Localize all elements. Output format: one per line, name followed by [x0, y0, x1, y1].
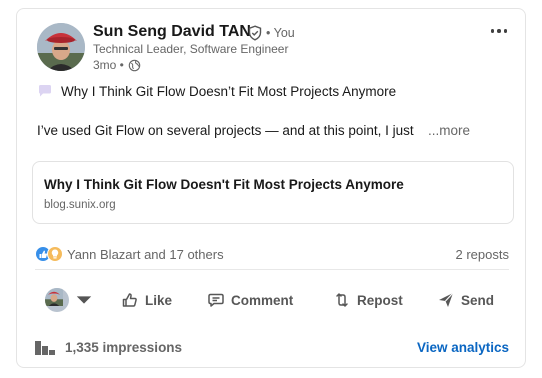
- reposts-count[interactable]: 2 reposts: [456, 247, 509, 262]
- verified-shield-icon: [248, 25, 262, 41]
- like-label: Like: [145, 292, 173, 308]
- repost-button[interactable]: Repost: [333, 285, 403, 315]
- globe-icon: [128, 59, 141, 71]
- ellipsis-dot: [503, 29, 508, 33]
- link-preview-title[interactable]: Why I Think Git Flow Doesn't Fit Most Pr…: [44, 177, 404, 192]
- author-avatar[interactable]: [37, 23, 85, 71]
- comment-button[interactable]: Comment: [207, 285, 293, 315]
- bar-chart-icon: [35, 341, 55, 355]
- ellipsis-dot: [490, 29, 495, 33]
- like-button[interactable]: Like: [121, 285, 172, 315]
- send-label: Send: [461, 292, 495, 308]
- reaction-icons[interactable]: [35, 246, 65, 262]
- post-title: Why I Think Git Flow Doesn’t Fit Most Pr…: [61, 83, 397, 99]
- link-preview-card[interactable]: Why I Think Git Flow Doesn't Fit Most Pr…: [32, 161, 514, 224]
- post-title-line: Why I Think Git Flow Doesn’t Fit Most Pr…: [37, 83, 396, 99]
- impressions-count: 1,335 impressions: [65, 340, 183, 355]
- view-analytics-link[interactable]: View analytics: [417, 340, 509, 355]
- author-name[interactable]: Sun Seng David TAN: [93, 23, 251, 41]
- see-more-link[interactable]: ...more: [428, 123, 470, 138]
- divider: [35, 269, 509, 270]
- send-button[interactable]: Send: [437, 285, 494, 315]
- comment-label: Comment: [231, 292, 294, 308]
- repost-label: Repost: [357, 292, 403, 308]
- link-preview-domain: blog.sunix.org: [44, 199, 116, 211]
- insightful-reaction-icon: [47, 246, 63, 262]
- comment-icon: [208, 293, 224, 307]
- ellipsis-dot: [497, 29, 501, 33]
- reaction-identity-switcher[interactable]: [45, 285, 93, 315]
- post-body: I’ve used Git Flow on several projects —…: [37, 123, 414, 138]
- social-counts: Yann Blazart and 17 others 2 reposts: [35, 246, 509, 264]
- repost-icon: [336, 293, 348, 307]
- more-options-menu[interactable]: [487, 19, 511, 43]
- action-bar: Like Comment Repost Send: [17, 285, 527, 315]
- you-label: • You: [266, 26, 295, 40]
- analytics-row: 1,335 impressions View analytics: [35, 339, 509, 357]
- thumbs-up-icon: [122, 293, 137, 307]
- post-card: Sun Seng David TAN • You Technical Leade…: [16, 8, 526, 368]
- reactions-summary[interactable]: Yann Blazart and 17 others: [67, 247, 224, 262]
- post-time: 3mo •: [93, 58, 124, 72]
- speech-bubble-icon: [39, 85, 51, 97]
- post-meta: 3mo •: [93, 58, 141, 72]
- send-icon: [439, 292, 454, 307]
- caret-down-icon: [76, 296, 92, 304]
- avatar: [45, 288, 69, 312]
- author-headline: Technical Leader, Software Engineer: [93, 42, 289, 56]
